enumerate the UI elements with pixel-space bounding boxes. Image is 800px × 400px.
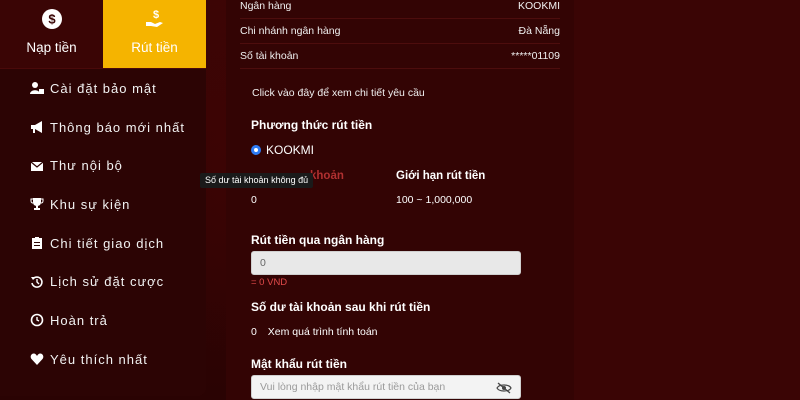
tab-withdraw[interactable]: $ Rút tiền <box>103 0 206 68</box>
sidebar-item-events[interactable]: Khu sự kiện <box>0 185 206 224</box>
sidebar-item-favorites[interactable]: Yêu thích nhất <box>0 340 206 379</box>
user-lock-icon <box>30 81 44 95</box>
after-balance-title: Số dư tài khoản sau khi rút tiền <box>251 300 431 314</box>
account-label: Số tài khoản <box>240 50 299 62</box>
withdraw-password-field[interactable]: Vui lòng nhập mật khẩu rút tiền của bạn <box>251 375 521 399</box>
sidebar-item-label: Lịch sử đặt cược <box>50 274 165 290</box>
detail-link[interactable]: Click vào đây để xem chi tiết yêu cầu <box>252 87 425 99</box>
withdraw-amount-input[interactable]: 0 <box>251 251 521 275</box>
envelope-icon <box>30 159 44 173</box>
sidebar-item-refund[interactable]: Hoàn trả <box>0 301 206 340</box>
withdraw-method-option[interactable]: KOOKMI <box>251 143 314 157</box>
sidebar-item-label: Thông báo mới nhất <box>50 119 185 135</box>
sidebar-item-notifications[interactable]: Thông báo mới nhất <box>0 108 206 147</box>
svg-text:$: $ <box>152 9 158 21</box>
tab-withdraw-label: Rút tiền <box>131 40 178 55</box>
bank-value: KOOKMI <box>517 0 560 12</box>
account-value: *****01109 <box>511 50 560 62</box>
tooltip: Số dư tài khoản không đủ <box>200 173 314 188</box>
refund-icon <box>30 313 44 327</box>
history-icon <box>30 275 44 289</box>
sidebar-item-security[interactable]: Cài đặt bảo mật <box>0 69 206 108</box>
bank-label: Ngân hàng <box>240 0 292 12</box>
eye-slash-icon[interactable] <box>496 381 512 394</box>
balance-value: 0 <box>251 194 257 206</box>
withdraw-method-title: Phương thức rút tiền <box>251 118 373 132</box>
after-balance-row: 0 Xem quá trình tính toán <box>251 326 378 338</box>
sidebar-item-label: Yêu thích nhất <box>50 351 148 367</box>
withdraw-method-option-label: KOOKMI <box>266 143 315 157</box>
branch-label: Chi nhánh ngân hàng <box>240 25 341 37</box>
trophy-icon <box>30 197 44 211</box>
sidebar-item-label: Hoàn trả <box>50 312 108 328</box>
sidebar-item-bet-history[interactable]: Lịch sử đặt cược <box>0 262 206 301</box>
sidebar-item-transactions[interactable]: Chi tiết giao dịch <box>0 224 206 263</box>
megaphone-icon <box>30 120 44 134</box>
sidebar: $ Nạp tiền $ Rút tiền Cài đặt bảo mật Th… <box>0 0 206 396</box>
sidebar-item-label: Cài đặt bảo mật <box>50 80 157 96</box>
password-title: Mật khẩu rút tiền <box>251 357 348 371</box>
hand-money-icon: $ <box>144 8 166 30</box>
calculation-link[interactable]: Xem quá trình tính toán <box>268 326 378 338</box>
after-balance-value: 0 <box>251 326 257 338</box>
clipboard-icon <box>30 236 44 250</box>
password-placeholder: Vui lòng nhập mật khẩu rút tiền của bạn <box>260 381 446 393</box>
balance-label: khoản <box>310 170 344 182</box>
sidebar-item-label: Thư nội bộ <box>50 158 123 174</box>
limit-value: 100 ~ 1,000,000 <box>396 194 473 206</box>
sidebar-item-inbox[interactable]: Thư nội bộ <box>0 146 206 185</box>
tab-deposit-label: Nạp tiền <box>26 40 77 55</box>
branch-value: Đà Nẵng <box>518 25 560 37</box>
sidebar-menu: Cài đặt bảo mật Thông báo mới nhất Thư n… <box>0 69 206 379</box>
bank-withdraw-title: Rút tiền qua ngân hàng <box>251 233 385 247</box>
branch-info-row: Chi nhánh ngân hàng Đà Nẵng <box>240 19 560 44</box>
withdraw-panel: Ngân hàng KOOKMI Chi nhánh ngân hàng Đà … <box>226 0 574 400</box>
background-band <box>574 0 800 400</box>
bank-info-row: Ngân hàng KOOKMI <box>240 0 560 19</box>
sidebar-item-label: Khu sự kiện <box>50 196 131 212</box>
account-info-row: Số tài khoản *****01109 <box>240 44 560 69</box>
sidebar-item-label: Chi tiết giao dịch <box>50 235 165 251</box>
tab-deposit[interactable]: $ Nạp tiền <box>0 0 103 68</box>
money-bag-icon: $ <box>41 8 63 30</box>
svg-text:$: $ <box>48 12 56 27</box>
heart-icon <box>30 352 44 366</box>
vnd-conversion-note: = 0 VND <box>251 277 288 288</box>
page: $ Nạp tiền $ Rút tiền Cài đặt bảo mật Th… <box>0 0 800 400</box>
limit-label: Giới hạn rút tiền <box>396 170 486 182</box>
radio-selected[interactable] <box>251 145 261 155</box>
